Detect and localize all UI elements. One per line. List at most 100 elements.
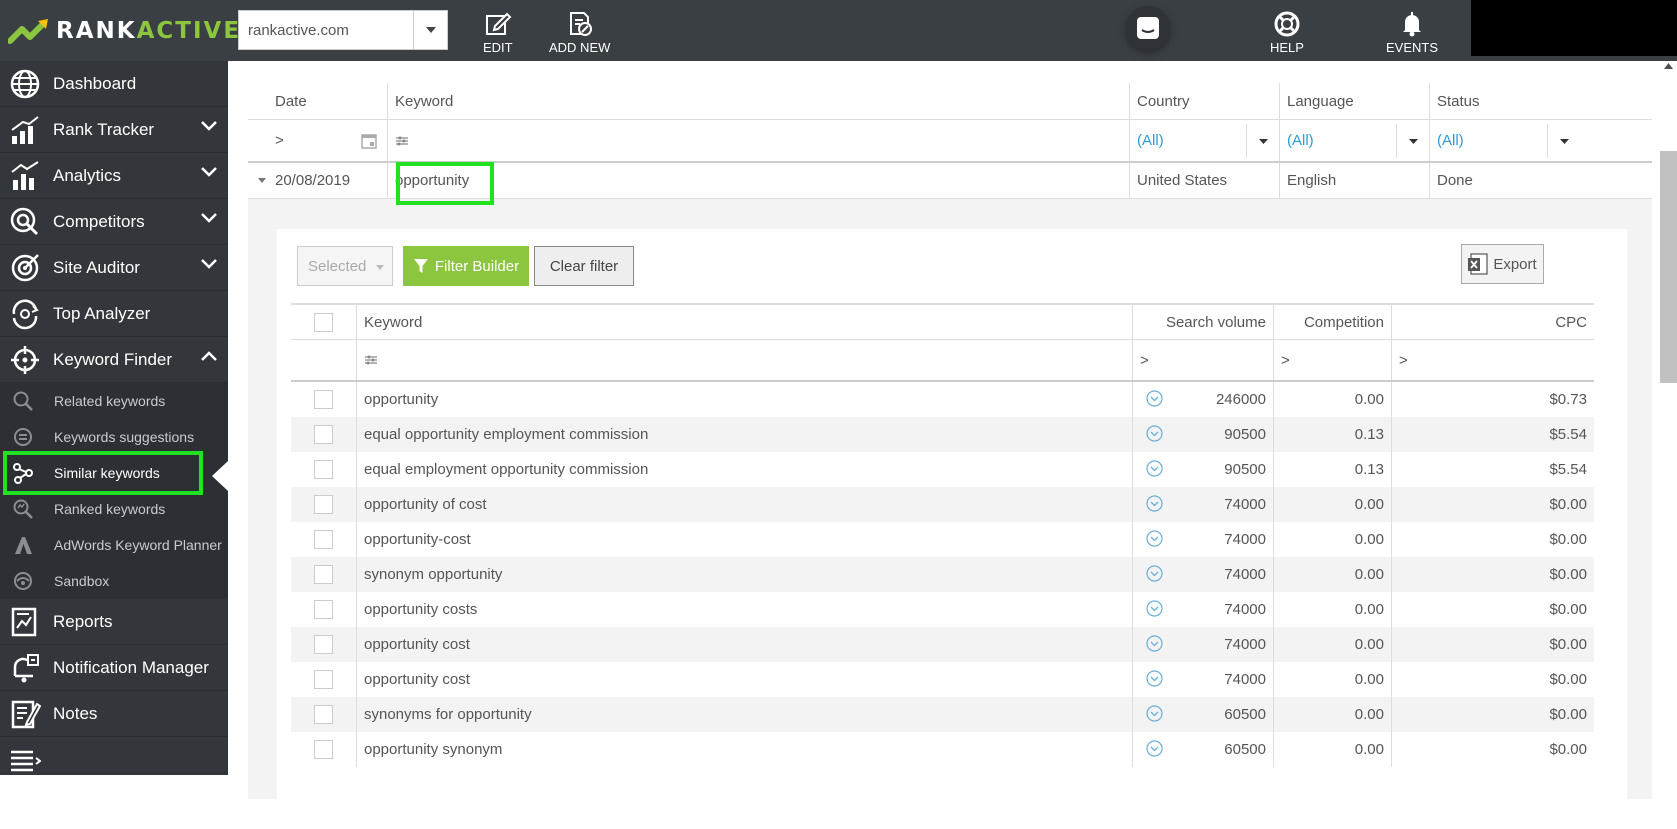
row-checkbox-cell[interactable] [291, 662, 357, 697]
chevron-down-icon[interactable] [1246, 124, 1279, 158]
chevron-down-icon[interactable] [413, 11, 447, 49]
row-checkbox[interactable] [314, 530, 333, 549]
table-row[interactable]: opportunity synonym 60500 0.00 $0.00 [291, 732, 1594, 767]
chevron-circle-down-icon[interactable] [1146, 495, 1163, 512]
chevron-down-icon[interactable] [200, 212, 218, 224]
row-checkbox-cell[interactable] [291, 592, 357, 627]
row-checkbox[interactable] [314, 740, 333, 759]
chevron-circle-down-icon[interactable] [1146, 390, 1163, 407]
col-keyword-header[interactable]: Keyword [357, 305, 1133, 339]
row-checkbox-cell[interactable] [291, 522, 357, 557]
chevron-down-icon[interactable] [200, 258, 218, 270]
status-filter-select[interactable]: (All) [1430, 120, 1580, 161]
row-checkbox-cell[interactable] [291, 697, 357, 732]
chevron-down-icon[interactable] [1396, 124, 1429, 158]
scroll-up-icon[interactable] [1664, 63, 1673, 69]
col-date-header[interactable]: Date [268, 83, 388, 119]
sidebar-item-adwords-keyword-planner[interactable]: AdWords Keyword Planner [0, 527, 228, 563]
row-checkbox-cell[interactable] [291, 487, 357, 522]
row-checkbox-cell[interactable] [291, 382, 357, 417]
sidebar-item-competitors[interactable]: Competitors [0, 199, 228, 245]
table-row[interactable]: opportunity-cost 74000 0.00 $0.00 [291, 522, 1594, 557]
row-keyword[interactable]: opportunity [388, 163, 1130, 198]
row-checkbox-cell[interactable] [291, 452, 357, 487]
date-filter[interactable]: > [268, 120, 388, 161]
language-filter-select[interactable]: (All) [1280, 120, 1430, 161]
competition-filter[interactable]: > [1274, 340, 1392, 380]
sidebar-item-keyword-finder[interactable]: Keyword Finder [0, 337, 228, 383]
row-checkbox[interactable] [314, 495, 333, 514]
chevron-circle-down-icon[interactable] [1146, 425, 1163, 442]
calendar-icon[interactable] [361, 133, 377, 149]
chevron-circle-down-icon[interactable] [1146, 740, 1163, 757]
selected-dropdown[interactable]: Selected [297, 246, 393, 286]
row-checkbox-cell[interactable] [291, 732, 357, 767]
sidebar-item-reports[interactable]: Reports [0, 599, 228, 645]
chevron-circle-down-icon[interactable] [1146, 565, 1163, 582]
sidebar-item-sandbox[interactable]: Sandbox [0, 563, 228, 599]
chevron-circle-down-icon[interactable] [1146, 670, 1163, 687]
select-all-checkbox[interactable] [314, 312, 333, 332]
row-checkbox-cell[interactable] [291, 557, 357, 592]
filter-settings-icon[interactable] [395, 135, 409, 147]
table-row[interactable]: opportunity costs 74000 0.00 $0.00 [291, 592, 1594, 627]
rankactive-logo[interactable]: RANKACTIVE [8, 16, 241, 46]
row-checkbox[interactable] [314, 635, 333, 654]
vertical-scrollbar[interactable] [1660, 61, 1677, 775]
col-country-header[interactable]: Country [1130, 83, 1280, 119]
chevron-circle-down-icon[interactable] [1146, 460, 1163, 477]
col-competition-header[interactable]: Competition [1274, 305, 1392, 339]
collapse-row-icon[interactable] [248, 163, 268, 198]
row-checkbox[interactable] [314, 565, 333, 584]
events-button[interactable]: EVENTS [1386, 10, 1438, 55]
table-row[interactable]: equal opportunity employment commission 9… [291, 417, 1594, 452]
sidebar-item-notes[interactable]: Notes [0, 691, 228, 737]
chevron-down-icon[interactable] [1547, 124, 1580, 158]
filter-settings-icon[interactable] [364, 354, 378, 366]
edit-button[interactable]: EDIT [483, 10, 513, 55]
chevron-circle-down-icon[interactable] [1146, 705, 1163, 722]
add-new-button[interactable]: ADD NEW [549, 10, 610, 55]
domain-select[interactable]: rankactive.com [238, 10, 448, 50]
col-status-header[interactable]: Status [1430, 83, 1580, 119]
row-checkbox[interactable] [314, 670, 333, 689]
export-button[interactable]: Export [1461, 244, 1544, 284]
row-checkbox[interactable] [314, 705, 333, 724]
cpc-filter[interactable]: > [1392, 340, 1594, 380]
help-button[interactable]: HELP [1270, 10, 1304, 55]
table-row[interactable]: equal employment opportunity commission 9… [291, 452, 1594, 487]
chat-button[interactable] [1126, 6, 1170, 50]
table-row[interactable]: opportunity of cost 74000 0.00 $0.00 [291, 487, 1594, 522]
keyword-filter-input[interactable] [357, 340, 1133, 380]
row-checkbox[interactable] [314, 600, 333, 619]
chevron-down-icon[interactable] [200, 166, 218, 178]
sidebar-item-top-analyzer[interactable]: Top Analyzer [0, 291, 228, 337]
filter-builder-button[interactable]: Filter Builder [403, 246, 529, 286]
keyword-filter-input[interactable] [388, 120, 1130, 161]
row-checkbox-cell[interactable] [291, 417, 357, 452]
table-row[interactable]: opportunity cost 74000 0.00 $0.00 [291, 627, 1594, 662]
sidebar-item-notification-manager[interactable]: Notification Manager [0, 645, 228, 691]
table-row[interactable]: opportunity 246000 0.00 $0.73 [291, 382, 1594, 417]
sidebar-item-dashboard[interactable]: Dashboard [0, 61, 228, 107]
chevron-circle-down-icon[interactable] [1146, 635, 1163, 652]
sidebar-collapse-toggle[interactable] [0, 737, 228, 783]
clear-filter-button[interactable]: Clear filter [534, 246, 634, 286]
table-row[interactable]: synonym opportunity 74000 0.00 $0.00 [291, 557, 1594, 592]
col-search-volume-header[interactable]: Search volume [1133, 305, 1274, 339]
search-volume-filter[interactable]: > [1133, 340, 1274, 380]
sidebar-item-analytics[interactable]: Analytics [0, 153, 228, 199]
col-language-header[interactable]: Language [1280, 83, 1430, 119]
row-checkbox[interactable] [314, 460, 333, 479]
country-filter-select[interactable]: (All) [1130, 120, 1280, 161]
date-filter-operator[interactable]: > [275, 132, 284, 149]
sidebar-item-rank-tracker[interactable]: Rank Tracker [0, 107, 228, 153]
chevron-circle-down-icon[interactable] [1146, 530, 1163, 547]
sidebar-item-ranked-keywords[interactable]: Ranked keywords [0, 491, 228, 527]
chevron-down-icon[interactable] [200, 120, 218, 132]
sidebar-item-keywords-suggestions[interactable]: Keywords suggestions [0, 419, 228, 455]
chevron-up-icon[interactable] [200, 350, 218, 362]
sidebar-item-site-auditor[interactable]: Site Auditor [0, 245, 228, 291]
row-checkbox-cell[interactable] [291, 627, 357, 662]
table-row[interactable]: synonyms for opportunity 60500 0.00 $0.00 [291, 697, 1594, 732]
